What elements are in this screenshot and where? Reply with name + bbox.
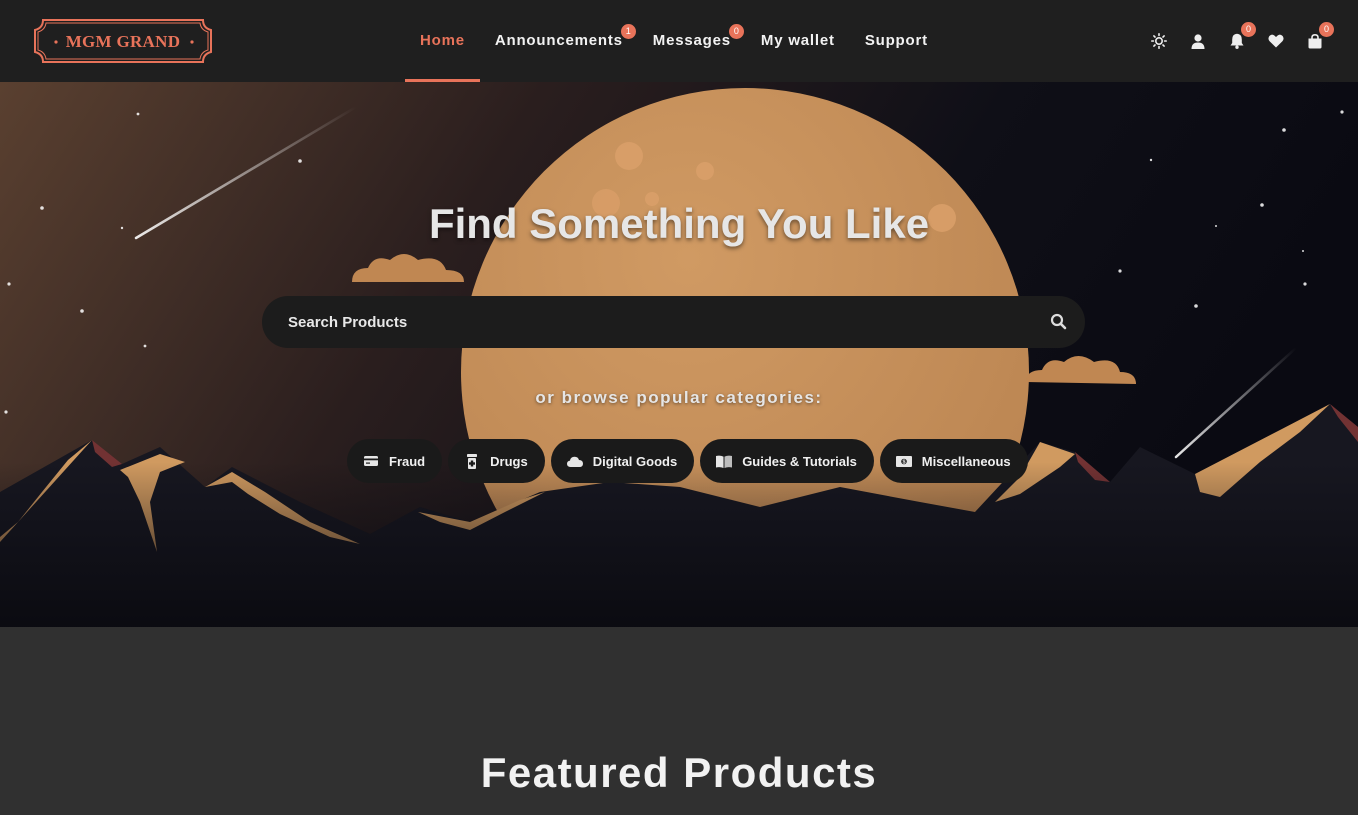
brand-logo[interactable]: MGM GRAND	[31, 18, 215, 64]
nav-home-label: Home	[420, 32, 465, 49]
category-fraud-button[interactable]: Fraud	[347, 439, 443, 483]
browse-categories-text: or browse popular categories:	[535, 388, 823, 407]
shopping-bag-icon	[1308, 33, 1322, 48]
hero-background-illustration	[0, 82, 1358, 627]
category-digital-goods-button[interactable]: Digital Goods	[550, 439, 695, 483]
category-guides-tutorials-button[interactable]: Guides & Tutorials	[700, 439, 874, 483]
category-miscellaneous-button[interactable]: $ Miscellaneous	[879, 439, 1028, 483]
header-icon-group: 0 0	[1148, 22, 1334, 54]
nav-support-label: Support	[864, 32, 928, 49]
wishlist-button[interactable]	[1265, 30, 1287, 52]
category-guides-tutorials-label: Guides & Tutorials	[742, 453, 857, 469]
book-icon	[716, 454, 733, 468]
svg-text:$: $	[902, 459, 905, 465]
category-drugs-button[interactable]: Drugs	[448, 439, 545, 483]
nav-announcements-label: Announcements	[494, 32, 623, 49]
heart-icon	[1268, 34, 1284, 48]
category-drugs-label: Drugs	[490, 453, 528, 469]
cart-button[interactable]: 0	[1304, 22, 1334, 52]
nav-home[interactable]: Home	[405, 0, 480, 82]
cart-count-badge: 0	[1319, 22, 1334, 37]
announcements-count-badge: 1	[620, 24, 636, 39]
user-icon	[1191, 33, 1205, 49]
search-button[interactable]	[1049, 312, 1069, 332]
nav-my-wallet[interactable]: My wallet	[746, 0, 850, 82]
featured-products-title: Featured Products	[480, 749, 878, 796]
nav-messages-label: Messages	[652, 32, 731, 49]
notifications-count-badge: 0	[1241, 22, 1256, 37]
product-search-bar	[262, 296, 1085, 348]
money-bill-icon: $	[895, 454, 912, 468]
category-digital-goods-label: Digital Goods	[592, 453, 678, 469]
nav-support[interactable]: Support	[850, 0, 943, 82]
top-navbar: MGM GRAND Home Announcements 1 Messages …	[0, 0, 1358, 82]
hero-section: Find Something You Like or browse popula…	[0, 82, 1358, 627]
hero-title: Find Something You Like	[428, 200, 930, 247]
bell-icon	[1230, 33, 1244, 49]
popular-categories: Fraud Drugs Digital Goods Guides & Tutor…	[347, 439, 1028, 483]
main-nav: Home Announcements 1 Messages 0 My walle…	[405, 0, 943, 82]
credit-card-icon	[363, 454, 379, 468]
nav-announcements[interactable]: Announcements 1	[480, 0, 638, 82]
search-icon	[1050, 313, 1067, 330]
cloud-icon	[566, 454, 583, 468]
category-miscellaneous-label: Miscellaneous	[921, 453, 1011, 469]
search-input[interactable]	[262, 296, 1032, 348]
nav-my-wallet-label: My wallet	[760, 32, 835, 49]
sun-icon	[1151, 33, 1167, 49]
category-fraud-label: Fraud	[389, 453, 426, 469]
nav-messages[interactable]: Messages 0	[638, 0, 746, 82]
notifications-button[interactable]: 0	[1226, 22, 1256, 52]
logo-text: MGM GRAND	[65, 32, 181, 51]
featured-products-section: Featured Products	[0, 627, 1358, 815]
messages-count-badge: 0	[728, 24, 744, 39]
pill-bottle-icon	[464, 453, 480, 469]
theme-toggle-button[interactable]	[1148, 30, 1170, 52]
account-button[interactable]	[1187, 30, 1209, 52]
